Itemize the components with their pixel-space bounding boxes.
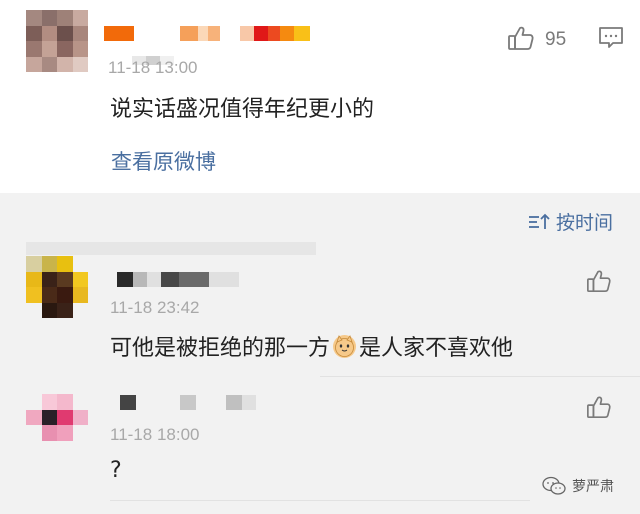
reply-text: 可他是被拒绝的那一方 是人家不喜欢他	[110, 330, 513, 362]
sort-label: 按时间	[556, 212, 614, 234]
avatar[interactable]	[26, 256, 88, 318]
like-count: 95	[545, 29, 567, 50]
watermark: 萝严肃	[542, 476, 614, 496]
thumbs-up-icon	[507, 24, 535, 56]
view-original-link[interactable]: 查看原微博	[111, 146, 216, 176]
sort-icon	[529, 213, 550, 229]
comment-icon[interactable]	[598, 26, 624, 54]
comment-time: 11-18 13:00	[108, 58, 198, 77]
divider	[110, 500, 530, 501]
reply-text: ?	[110, 458, 122, 483]
main-comment: 11-18 13:00 说实话盛况值得年纪更小的 查看原微博 95	[0, 0, 640, 193]
thumbs-up-icon[interactable]	[586, 394, 612, 424]
avatar[interactable]	[26, 10, 88, 72]
username-mosaic[interactable]	[117, 272, 239, 287]
mosaic-divider	[26, 242, 316, 255]
comment-text: 说实话盛况值得年纪更小的	[110, 97, 375, 122]
username-mosaic[interactable]	[104, 26, 310, 41]
reply-text-after: 是人家不喜欢他	[359, 336, 514, 361]
username-mosaic[interactable]	[120, 395, 256, 410]
divider	[320, 376, 640, 377]
reply-time: 11-18 23:42	[110, 298, 200, 317]
reply-text-before: 可他是被拒绝的那一方	[110, 336, 331, 361]
like-button[interactable]: 95	[507, 24, 566, 56]
thumbs-up-icon[interactable]	[586, 268, 612, 298]
reply-time: 11-18 18:00	[110, 425, 200, 444]
watermark-label: 萝严肃	[572, 479, 614, 495]
sort-by-time-button[interactable]: 按时间	[528, 208, 613, 235]
wechat-icon	[542, 476, 566, 495]
cat-emoji-icon	[333, 335, 357, 358]
avatar[interactable]	[26, 394, 88, 456]
